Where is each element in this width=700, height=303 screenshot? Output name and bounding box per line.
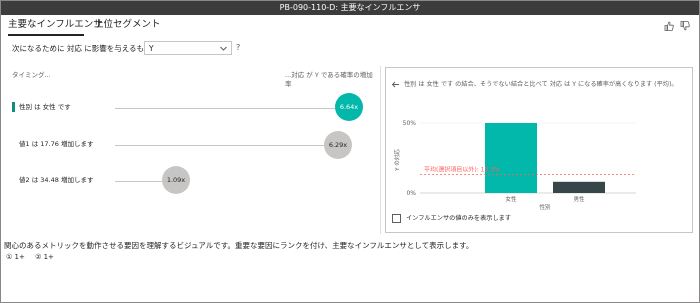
column-header-likelihood: ...対応 が Y である確率の増加率 bbox=[285, 71, 373, 88]
bar-2 bbox=[553, 181, 605, 193]
panel-divider bbox=[380, 66, 381, 234]
influencer-line bbox=[115, 108, 337, 109]
y-tick-label: 50% bbox=[403, 120, 417, 127]
x-axis-label: 性別 bbox=[539, 203, 550, 210]
influencer-detail-panel: 性別 は 女性 です の結合、そうでない結合と比べて 対応 は Y になる確率が… bbox=[385, 67, 693, 233]
column-header-when: タイミング... bbox=[12, 71, 51, 79]
average-reference-label: 平均(選択項目以外): 13.3% bbox=[424, 165, 500, 173]
window-title: PB-090-110-D: 主要なインフルエンサ bbox=[1, 1, 699, 15]
y-tick-label: 0% bbox=[406, 190, 416, 197]
tab-key-influencers[interactable]: 主要なインフルエンサ bbox=[8, 19, 103, 31]
help-icon[interactable]: ? bbox=[236, 43, 240, 53]
checkbox-label: インフルエンサの値のみを表示します bbox=[406, 215, 512, 222]
influencer-bubble[interactable]: 6.29x bbox=[324, 131, 352, 159]
influencer-bubble[interactable]: 1.09x bbox=[162, 166, 190, 194]
influencer-line bbox=[115, 181, 164, 182]
target-value-dropdown[interactable]: Y bbox=[144, 41, 232, 55]
influencer-label-gender[interactable]: 性別 は 女性 です bbox=[19, 103, 71, 112]
count-badge-1: ① 1+ bbox=[6, 253, 25, 261]
chevron-down-icon bbox=[220, 46, 227, 51]
influencer-bubble[interactable]: 6.64x bbox=[335, 93, 363, 121]
selected-influencer-indicator bbox=[12, 102, 15, 112]
count-badge-2: ② 1+ bbox=[35, 253, 54, 261]
x-tick-label: 男性 bbox=[573, 195, 585, 203]
active-tab-indicator bbox=[8, 34, 84, 36]
influence-question-label: 次になるために 対応 に影響を与えるもの: bbox=[12, 44, 155, 53]
bar-1 bbox=[485, 123, 537, 193]
thumbs-up-icon[interactable] bbox=[664, 21, 674, 31]
x-tick-label: 女性 bbox=[505, 195, 517, 203]
back-arrow-icon[interactable] bbox=[391, 80, 400, 89]
show-influencer-values-only-checkbox[interactable] bbox=[392, 214, 401, 223]
y-axis-label: Y の対応 bbox=[393, 149, 401, 172]
footer-counts: ① 1+ ② 1+ bbox=[6, 253, 62, 262]
thumbs-down-icon[interactable] bbox=[680, 21, 690, 31]
visual-description: 関心のあるメトリックを動作させる要因を理解するビジュアルです。重要な要因にランク… bbox=[4, 241, 474, 250]
influencer-line bbox=[115, 145, 327, 146]
tab-top-segments[interactable]: 上位セグメント bbox=[94, 19, 161, 31]
influencer-label-value1[interactable]: 値1 は 17.76 増加します bbox=[19, 140, 93, 149]
detail-title: 性別 は 女性 です の結合、そうでない結合と比べて 対応 は Y になる確率が… bbox=[404, 81, 678, 88]
dropdown-selected-value: Y bbox=[149, 44, 154, 53]
detail-bar-chart: 0% 50% Y の対応女性 男性性別 平均(選択項目以外): 13.3% bbox=[393, 120, 636, 210]
influencer-label-value2[interactable]: 値2 は 34.48 増加します bbox=[19, 176, 93, 185]
